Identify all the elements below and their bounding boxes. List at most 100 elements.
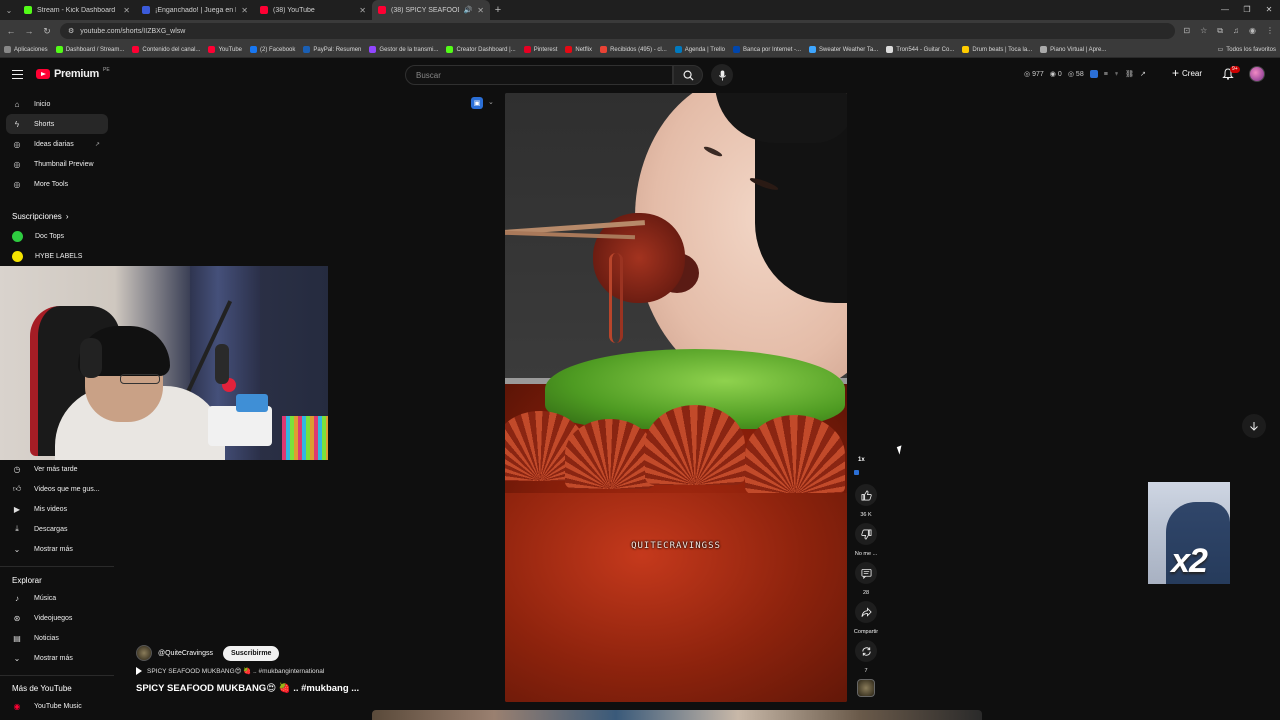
bookmark-star-icon[interactable]: ☆ [1200, 26, 1207, 36]
list-icon[interactable]: ≡ [1104, 71, 1108, 78]
playback-speed[interactable]: 1x [858, 457, 865, 464]
bookmark-item[interactable]: Dashboard / Stream... [55, 46, 124, 53]
channel-audio-thumbnail[interactable] [857, 679, 875, 697]
tab-favicon-icon [378, 6, 386, 14]
share-circle [855, 601, 877, 623]
bookmark-item[interactable]: Pinterest [523, 46, 557, 53]
tab-close-icon[interactable]: ✕ [359, 6, 366, 15]
all-bookmarks-folder[interactable]: ▭ Todos los favoritos [1218, 46, 1276, 54]
sidebar-item[interactable]: ◉ YouTube Music [6, 696, 108, 716]
browser-tab[interactable]: ¡Enganchado! | Juega en Roblox ✕ [136, 0, 254, 20]
restore-icon[interactable]: ❐ [1236, 0, 1258, 20]
subscription-item[interactable]: Doc Tops [6, 226, 108, 246]
sidebar-item[interactable]: ◎ Thumbnail Preview [6, 154, 108, 174]
share-button[interactable]: Compartir [852, 601, 880, 635]
comments-button[interactable]: 28 [852, 562, 880, 596]
bookmark-item[interactable]: Piano Virtual | Apre... [1040, 46, 1106, 53]
sidebar-item[interactable]: ◎ Ideas diarias ↗ [6, 134, 108, 154]
bookmark-item[interactable]: (2) Facebook [250, 46, 295, 53]
subscribe-button[interactable]: Suscribirme [222, 645, 280, 661]
search-placeholder: Buscar [416, 70, 441, 80]
bookmark-item[interactable]: Tron544 - Guitar Co... [886, 46, 954, 53]
webcam-overlay [0, 266, 328, 460]
sidebar-item[interactable]: ◷ Ver más tarde [6, 459, 108, 479]
player-extension-badge[interactable]: ▣ [471, 97, 483, 109]
search-input[interactable]: Buscar [405, 65, 673, 85]
sidebar-item[interactable]: ♪ Música [6, 588, 108, 608]
create-button[interactable]: + Crear [1172, 67, 1202, 79]
playlist-row[interactable]: SPICY SEAFOOD MUKBANG😍 🍓 .. #mukbanginte… [136, 667, 324, 675]
menu-icon[interactable] [12, 70, 23, 79]
back-icon[interactable]: ← [6, 26, 16, 36]
bookmark-item[interactable]: Banca por Internet -... [733, 46, 801, 53]
dislike-button[interactable]: No me ... [852, 523, 880, 557]
bookmark-item[interactable]: Gestor de la transmi... [369, 46, 438, 53]
live-icon: ◉ [1049, 71, 1056, 78]
reload-icon[interactable]: ↻ [42, 26, 52, 37]
next-video-button[interactable] [1242, 414, 1266, 438]
forward-icon[interactable]: → [24, 26, 34, 36]
sidebar-item[interactable]: ⌄ Mostrar más [6, 648, 108, 668]
browser-tab[interactable]: (38) SPICY SEAFOOD MUK... 🔊 ✕ [372, 0, 490, 20]
tab-search-icon[interactable]: ⌄ [0, 0, 18, 20]
sidebar-item-label: Inicio [34, 100, 51, 108]
next-short-preview[interactable] [372, 710, 982, 720]
address-bar[interactable]: ⚙ youtube.com/shorts/IIZBXG_wlsw [60, 23, 1176, 39]
thumbs-up-icon: 👍︎ [12, 484, 22, 493]
tab-close-icon[interactable]: ✕ [123, 6, 130, 15]
channel-avatar[interactable] [136, 645, 152, 661]
sidebar-item[interactable]: ◎ More Tools [6, 174, 108, 194]
youtube-premium-logo[interactable]: Premium PE [36, 67, 110, 80]
bookmark-item[interactable]: Agenda | Trello [674, 46, 725, 53]
link-icon[interactable]: ⛓ [1125, 70, 1134, 78]
install-icon[interactable]: ⊡ [1183, 26, 1190, 36]
remix-button[interactable]: 7 [852, 640, 880, 674]
sidebar-item[interactable]: 👍︎ Videos que me gus... [6, 479, 108, 499]
like-button[interactable]: 36 K [852, 484, 880, 518]
account-avatar[interactable] [1249, 66, 1265, 82]
video-sauce [505, 493, 847, 702]
bookmark-item[interactable]: Recibidos (495) - cl... [600, 46, 667, 53]
bookmark-item[interactable]: YouTube [208, 46, 242, 53]
subscription-item[interactable]: HYBE LABELS [6, 246, 108, 266]
channel-name[interactable]: @QuiteCravingss [158, 650, 213, 657]
tab-close-icon[interactable]: ✕ [477, 6, 484, 15]
extension-icon[interactable] [1089, 70, 1098, 78]
subscriptions-heading[interactable]: Suscripciones › [12, 212, 68, 221]
browser-menu-icon[interactable]: ⋮ [1266, 26, 1274, 36]
browser-tab[interactable]: Stream - Kick Dashboard ✕ [18, 0, 136, 20]
bookmark-item[interactable]: Contenido del canal... [132, 46, 200, 53]
bookmark-item[interactable]: Drum beats | Toca la... [962, 46, 1032, 53]
sidebar-item[interactable]: ⌂ Inicio [6, 94, 108, 114]
bookmark-item[interactable]: Netflix [565, 46, 592, 53]
sidebar-item[interactable]: ▤ Noticias [6, 628, 108, 648]
more-arrow-icon[interactable]: ↗ [1140, 70, 1146, 78]
sidebar-item[interactable]: ⊛ Videojuegos [6, 608, 108, 628]
shorts-video-player[interactable]: QUITECRAVINGSS [505, 93, 847, 702]
chevron-down-icon[interactable]: ⌄ [488, 98, 494, 106]
tab-audio-icon[interactable]: 🔊 [464, 6, 473, 14]
microphone-icon [718, 69, 726, 81]
sidebar-item[interactable]: ϟ Shorts [6, 114, 108, 134]
search-button[interactable] [673, 65, 703, 85]
voice-search-button[interactable] [711, 64, 733, 86]
browser-tab[interactable]: (38) YouTube ✕ [254, 0, 372, 20]
bookmark-item[interactable]: PayPal: Resumen [303, 46, 361, 53]
minimize-icon[interactable]: — [1214, 0, 1236, 20]
site-info-icon[interactable]: ⚙ [68, 27, 74, 35]
close-window-icon[interactable]: ✕ [1258, 0, 1280, 20]
new-tab-button[interactable]: + [490, 4, 506, 16]
sidebar-item[interactable]: ▶ Mis videos [6, 499, 108, 519]
profile-icon[interactable]: ◉ [1249, 26, 1256, 36]
tab-close-icon[interactable]: ✕ [241, 6, 248, 15]
video-title[interactable]: SPICY SEAFOOD MUKBANG😍 🍓 .. #mukbang ... [136, 683, 359, 694]
bookmark-item[interactable]: Creator Dashboard |... [446, 46, 516, 53]
bookmark-item[interactable]: Sweater Weather Ta... [809, 46, 878, 53]
bookmark-item[interactable]: Aplicaciones [4, 46, 48, 53]
extensions-icon[interactable]: ⧉ [1217, 26, 1223, 36]
trophy-icon[interactable]: ♆ [1114, 71, 1119, 78]
media-icon[interactable]: ♫ [1233, 26, 1239, 36]
sidebar-item[interactable]: ⌄ Mostrar más [6, 539, 108, 559]
sidebar-item[interactable]: ⤓ Descargas [6, 519, 108, 539]
extension-stats: ◎ 977 ◉ 0 ◎ 58 ≡ ♆ ⛓ ↗ [1024, 70, 1146, 78]
